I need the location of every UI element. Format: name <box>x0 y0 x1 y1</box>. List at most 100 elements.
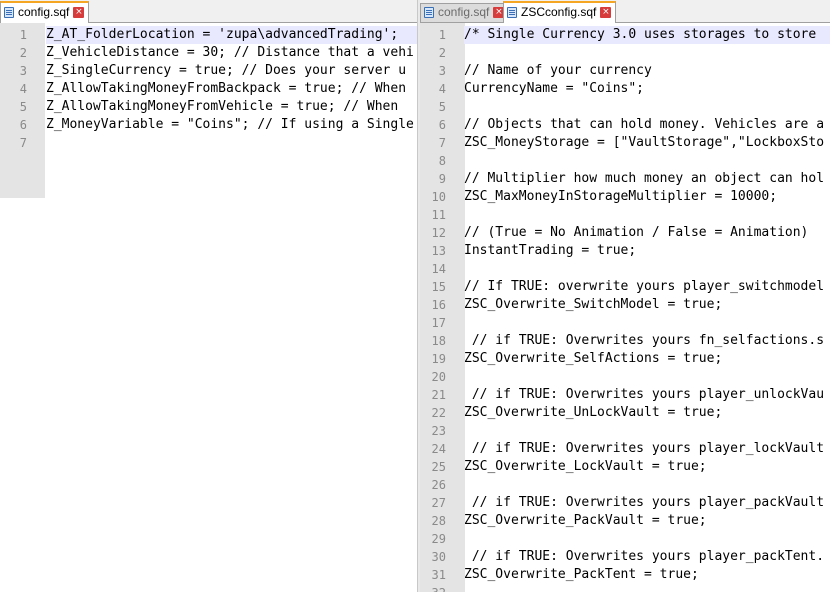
line-number: 19 <box>431 352 446 366</box>
code-text[interactable]: InstantTrading = true; <box>464 242 830 260</box>
line-number: 24 <box>431 442 446 456</box>
line-number: 6 <box>438 118 446 132</box>
line-number: 5 <box>19 100 27 114</box>
code-line[interactable]: 27 // if TRUE: Overwrites yours player_p… <box>420 494 830 512</box>
code-text[interactable]: // if TRUE: Overwrites yours fn_selfacti… <box>464 332 830 350</box>
code-text[interactable]: ZSC_MaxMoneyInStorageMultiplier = 10000; <box>464 188 830 206</box>
line-number: 10 <box>431 190 446 204</box>
code-line[interactable]: 7 ZSC_MoneyStorage = ["VaultStorage","Loc… <box>420 134 830 152</box>
code-line[interactable]: 3 // Name of your currency <box>420 62 830 80</box>
code-text[interactable]: Z_AllowTakingMoneyFromBackpack = true; /… <box>46 80 417 98</box>
file-icon <box>424 7 434 18</box>
code-line[interactable]: 17 <box>420 314 830 332</box>
code-line[interactable]: 14 <box>420 260 830 278</box>
code-line[interactable]: 5 Z_AllowTakingMoneyFromVehicle = true; /… <box>0 98 417 116</box>
code-line[interactable]: 25 ZSC_Overwrite_LockVault = true; <box>420 458 830 476</box>
code-text[interactable]: // (True = No Animation / False = Animat… <box>464 224 830 242</box>
code-line[interactable]: 1 Z_AT_FolderLocation = 'zupa\advancedTra… <box>0 26 417 44</box>
code-text[interactable]: ZSC_Overwrite_SwitchModel = true; <box>464 296 830 314</box>
code-line[interactable]: 21 // if TRUE: Overwrites yours player_u… <box>420 386 830 404</box>
tab-config-sqf[interactable]: config.sqf × <box>420 3 510 22</box>
code-line[interactable]: 29 <box>420 530 830 548</box>
code-text[interactable]: Z_VehicleDistance = 30; // Distance that… <box>46 44 417 62</box>
code-line[interactable]: 7 <box>0 134 417 152</box>
code-line[interactable]: 30 // if TRUE: Overwrites yours player_p… <box>420 548 830 566</box>
code-text[interactable]: CurrencyName = "Coins"; <box>464 80 830 98</box>
code-text[interactable]: ZSC_Overwrite_PackTent = true; <box>464 566 830 584</box>
tab-label: ZSCconfig.sqf <box>521 5 597 19</box>
code-text[interactable]: Z_MoneyVariable = "Coins"; // If using a… <box>46 116 417 134</box>
left-editor-pane: config.sqf × 1 Z_AT_FolderLocation = 'zupa… <box>0 0 417 592</box>
code-text[interactable]: Z_SingleCurrency = true; // Does your se… <box>46 62 417 80</box>
code-line[interactable]: 3 Z_SingleCurrency = true; // Does your s… <box>0 62 417 80</box>
code-text[interactable]: // if TRUE: Overwrites yours player_pack… <box>464 548 830 566</box>
code-text[interactable]: ZSC_Overwrite_PackVault = true; <box>464 512 830 530</box>
line-number: 6 <box>19 118 27 132</box>
code-text[interactable]: // Objects that can hold money. Vehicles… <box>464 116 830 134</box>
code-line[interactable]: 6 // Objects that can hold money. Vehicle… <box>420 116 830 134</box>
code-line[interactable]: 9 // Multiplier how much money an object … <box>420 170 830 188</box>
code-editor[interactable]: 1 /* Single Currency 3.0 uses storages to… <box>420 23 830 592</box>
code-line[interactable]: 26 <box>420 476 830 494</box>
code-line[interactable]: 15 // If TRUE: overwrite yours player_swi… <box>420 278 830 296</box>
code-text[interactable]: Z_AT_FolderLocation = 'zupa\advancedTrad… <box>46 26 417 44</box>
tab-zscconfig-sqf[interactable]: ZSCconfig.sqf × <box>503 1 617 23</box>
tab-config-sqf[interactable]: config.sqf × <box>0 1 90 23</box>
line-number: 4 <box>438 82 446 96</box>
line-number: 27 <box>431 496 446 510</box>
line-number: 30 <box>431 550 446 564</box>
line-number: 12 <box>431 226 446 240</box>
code-line[interactable]: 8 <box>420 152 830 170</box>
code-text[interactable]: /* Single Currency 3.0 uses storages to … <box>464 26 830 44</box>
code-line[interactable]: 4 CurrencyName = "Coins"; <box>420 80 830 98</box>
code-text[interactable]: // if TRUE: Overwrites yours player_lock… <box>464 440 830 458</box>
code-line[interactable]: 2 <box>420 44 830 62</box>
line-number: 9 <box>438 172 446 186</box>
line-number: 21 <box>431 388 446 402</box>
line-number: 4 <box>19 82 27 96</box>
right-editor-pane: config.sqf × ZSCconfig.sqf × 1/* Single Cu… <box>420 0 830 592</box>
line-number: 3 <box>438 64 446 78</box>
code-line[interactable]: 2 Z_VehicleDistance = 30; // Distance tha… <box>0 44 417 62</box>
code-line[interactable]: 23 <box>420 422 830 440</box>
line-number: 2 <box>19 46 27 60</box>
line-number: 7 <box>438 136 446 150</box>
code-text[interactable]: ZSC_Overwrite_UnLockVault = true; <box>464 404 830 422</box>
code-text[interactable]: // If TRUE: overwrite yours player_switc… <box>464 278 830 296</box>
code-line[interactable]: 28 ZSC_Overwrite_PackVault = true; <box>420 512 830 530</box>
code-line[interactable]: 13 InstantTrading = true; <box>420 242 830 260</box>
code-line[interactable]: 12 // (True = No Animation / False = Anim… <box>420 224 830 242</box>
code-text[interactable]: // if TRUE: Overwrites yours player_unlo… <box>464 386 830 404</box>
close-icon[interactable]: × <box>73 7 85 19</box>
code-line[interactable]: 19 ZSC_Overwrite_SelfActions = true; <box>420 350 830 368</box>
code-text[interactable]: // Multiplier how much money an object c… <box>464 170 830 188</box>
line-number: 14 <box>431 262 446 276</box>
code-line[interactable]: 22 ZSC_Overwrite_UnLockVault = true; <box>420 404 830 422</box>
code-line[interactable]: 11 <box>420 206 830 224</box>
code-text[interactable]: Z_AllowTakingMoneyFromVehicle = true; //… <box>46 98 417 116</box>
code-line[interactable]: 1 /* Single Currency 3.0 uses storages to… <box>420 26 830 44</box>
code-line[interactable]: 16 ZSC_Overwrite_SwitchModel = true; <box>420 296 830 314</box>
code-line[interactable]: 6 Z_MoneyVariable = "Coins"; // If using … <box>0 116 417 134</box>
code-text[interactable]: // Name of your currency <box>464 62 830 80</box>
code-line[interactable]: 4 Z_AllowTakingMoneyFromBackpack = true; … <box>0 80 417 98</box>
tab-label: config.sqf <box>18 5 70 19</box>
code-line[interactable]: 31 ZSC_Overwrite_PackTent = true; <box>420 566 830 584</box>
code-line[interactable]: 20 <box>420 368 830 386</box>
code-text[interactable]: ZSC_Overwrite_SelfActions = true; <box>464 350 830 368</box>
code-line[interactable]: 5 <box>420 98 830 116</box>
code-text[interactable]: ZSC_Overwrite_LockVault = true; <box>464 458 830 476</box>
line-number: 11 <box>431 208 446 222</box>
line-number: 16 <box>431 298 446 312</box>
code-text[interactable]: // if TRUE: Overwrites yours player_pack… <box>464 494 830 512</box>
close-icon[interactable]: × <box>600 7 612 19</box>
code-editor[interactable]: 1 Z_AT_FolderLocation = 'zupa\advancedTra… <box>0 23 417 592</box>
line-number: 1 <box>19 28 27 42</box>
line-number: 8 <box>438 154 446 168</box>
code-text[interactable]: ZSC_MoneyStorage = ["VaultStorage","Lock… <box>464 134 830 152</box>
code-line[interactable]: 24 // if TRUE: Overwrites yours player_l… <box>420 440 830 458</box>
code-line[interactable]: 18 // if TRUE: Overwrites yours fn_selfa… <box>420 332 830 350</box>
code-line[interactable]: 32 <box>420 584 830 592</box>
file-icon <box>4 7 14 18</box>
code-line[interactable]: 10 ZSC_MaxMoneyInStorageMultiplier = 1000… <box>420 188 830 206</box>
